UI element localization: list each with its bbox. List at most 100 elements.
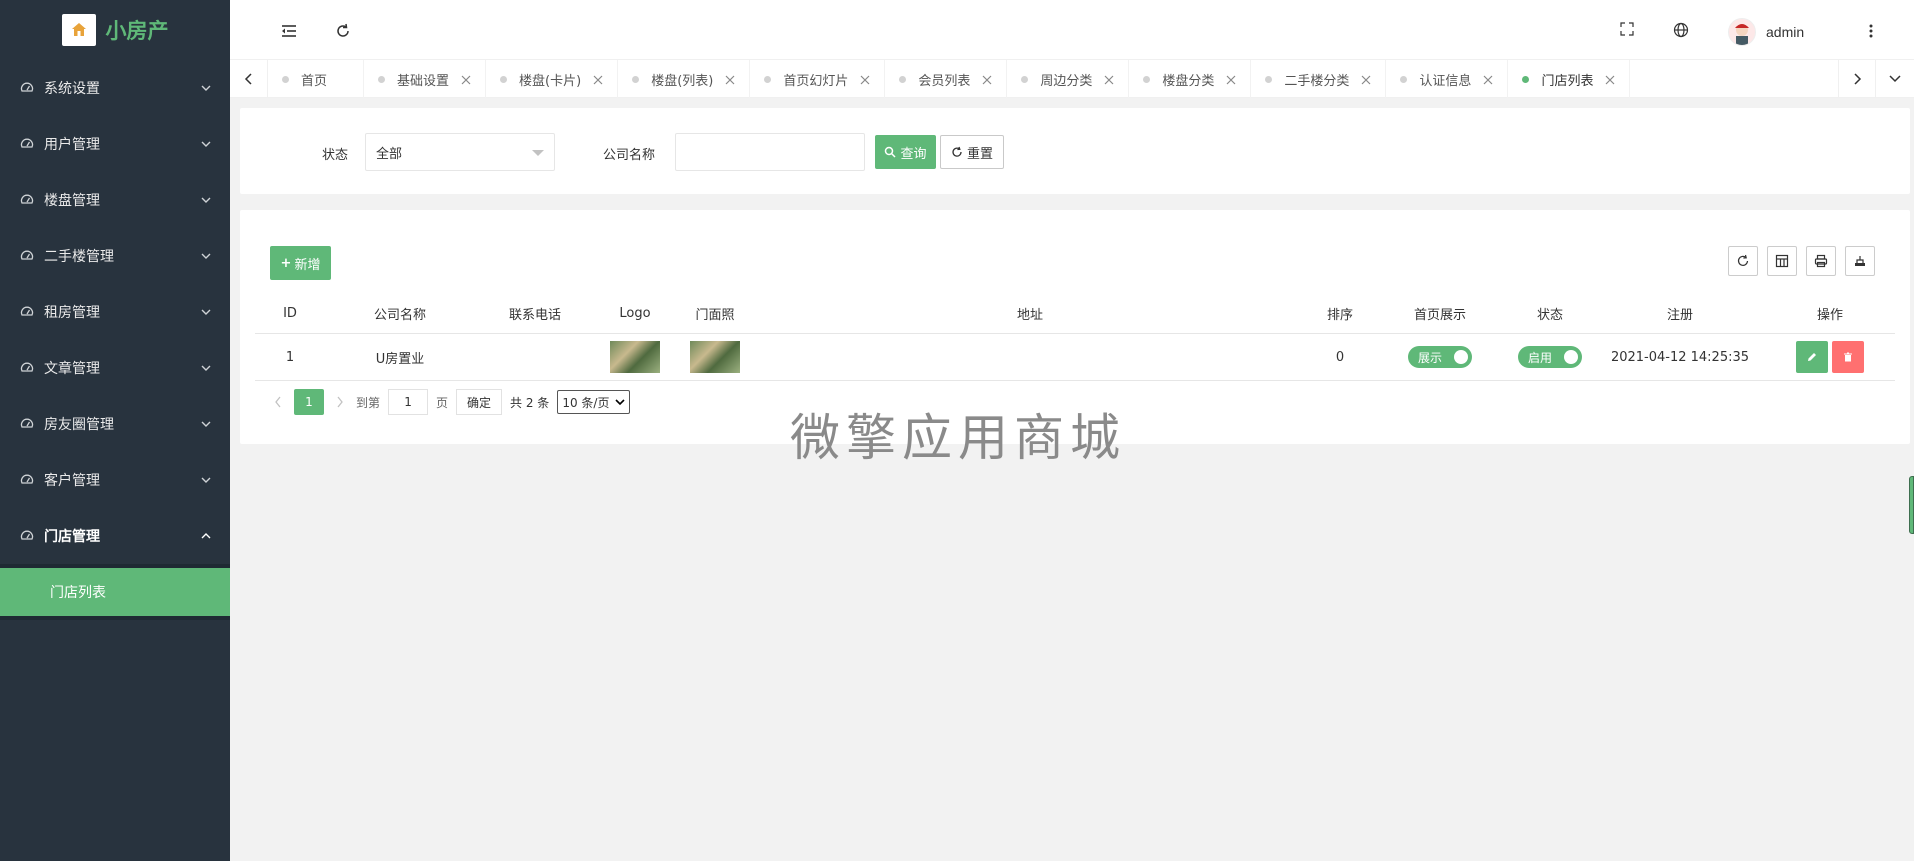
fullscreen-icon[interactable] xyxy=(1620,22,1638,40)
refresh-icon[interactable] xyxy=(334,22,352,40)
tabs-dropdown-icon[interactable] xyxy=(1876,60,1914,98)
close-icon[interactable] xyxy=(1361,74,1371,85)
close-icon[interactable] xyxy=(1605,74,1615,85)
sidebar-item-label: 房友圈管理 xyxy=(44,417,114,433)
export-icon xyxy=(1855,256,1865,266)
table-export-button[interactable] xyxy=(1845,246,1875,276)
side-edge-handle[interactable] xyxy=(1909,476,1914,534)
sidebar-item[interactable]: 文章管理 xyxy=(0,340,230,396)
avatar xyxy=(1728,18,1756,46)
toggle-knob xyxy=(1564,350,1578,364)
close-icon[interactable] xyxy=(1483,74,1493,85)
logo[interactable]: 小房产 xyxy=(0,0,230,60)
delete-button[interactable] xyxy=(1832,341,1864,373)
toggle-knob xyxy=(1454,350,1468,364)
tab-label: 首页幻灯片 xyxy=(783,73,849,89)
sidebar-item[interactable]: 楼盘管理 xyxy=(0,172,230,228)
column-header: Logo xyxy=(619,306,651,321)
top-header: admin xyxy=(230,0,1914,60)
tab[interactable]: 认证信息 xyxy=(1386,60,1509,98)
cell-registered: 2021-04-12 14:25:35 xyxy=(1610,349,1750,365)
home-show-label: 展示 xyxy=(1418,350,1443,365)
tabs-left-icon[interactable] xyxy=(230,60,268,98)
tab[interactable]: 首页幻灯片 xyxy=(750,60,886,98)
current-page[interactable]: 1 xyxy=(294,389,324,415)
status-select-value: 全部 xyxy=(376,146,403,162)
column-header: 排序 xyxy=(1326,308,1353,323)
reset-button[interactable]: 重置 xyxy=(940,135,1004,169)
home-show-toggle[interactable]: 展示 xyxy=(1408,346,1472,368)
sidebar-item[interactable]: 客户管理 xyxy=(0,452,230,508)
sidebar: 小房产 系统设置 用户管理 楼盘管理 二手楼管理 租房管理 文章管理 房友圈管理 客户管理 门店… xyxy=(0,0,230,861)
sidebar-item[interactable]: 租房管理 xyxy=(0,284,230,340)
close-icon[interactable] xyxy=(461,74,471,85)
tab-dot xyxy=(500,75,508,83)
sidebar-item[interactable]: 门店管理 xyxy=(0,508,230,564)
cell-id: 1 xyxy=(285,349,295,365)
goto-confirm-button[interactable]: 确定 xyxy=(456,389,503,415)
dashboard-icon xyxy=(20,81,34,95)
tab[interactable]: 二手楼分类 xyxy=(1251,60,1387,98)
chevron-down-icon xyxy=(200,138,212,150)
tab-dot xyxy=(632,75,640,83)
goto-page-input[interactable]: 1 xyxy=(388,389,429,415)
goto-label: 到第 xyxy=(356,395,381,410)
dashboard-icon xyxy=(20,137,34,151)
table-columns-button[interactable] xyxy=(1767,246,1797,276)
edit-button[interactable] xyxy=(1796,341,1828,373)
tab[interactable]: 楼盘(列表) xyxy=(618,60,751,98)
storefront-thumbnail[interactable] xyxy=(690,341,740,373)
close-icon[interactable] xyxy=(725,74,735,85)
table-refresh-button[interactable] xyxy=(1728,246,1758,276)
add-button-label: 新增 xyxy=(294,257,321,273)
table-print-button[interactable] xyxy=(1806,246,1836,276)
tab[interactable]: 楼盘(卡片) xyxy=(486,60,619,98)
user-menu[interactable]: admin xyxy=(1728,18,1804,46)
table-row: 1 U房置业 0 展示 启用 2021-04-12 14:25:35 xyxy=(255,334,1895,381)
column-header: 首页展示 xyxy=(1413,308,1466,323)
company-input[interactable] xyxy=(675,133,865,171)
sidebar-subitem[interactable]: 门店列表 xyxy=(0,568,230,616)
prev-page-icon[interactable] xyxy=(270,396,286,408)
status-select[interactable]: 全部 xyxy=(365,133,555,171)
close-icon[interactable] xyxy=(593,74,603,85)
submenu: 门店列表 xyxy=(0,564,230,620)
status-label: 状态 xyxy=(322,148,349,163)
pencil-icon xyxy=(1808,353,1816,361)
column-header: 状态 xyxy=(1536,308,1563,323)
close-icon[interactable] xyxy=(1226,74,1236,85)
app-title: 小房产 xyxy=(105,19,169,43)
globe-icon[interactable] xyxy=(1673,22,1691,40)
tab[interactable]: 首页 xyxy=(268,60,365,98)
close-icon[interactable] xyxy=(982,74,992,85)
tab[interactable]: 楼盘分类 xyxy=(1129,60,1252,98)
close-icon[interactable] xyxy=(860,74,870,85)
more-vertical-icon[interactable] xyxy=(1862,22,1880,40)
sidebar-item[interactable]: 用户管理 xyxy=(0,116,230,172)
sidebar-item[interactable]: 系统设置 xyxy=(0,60,230,116)
tab[interactable]: 门店列表 xyxy=(1508,60,1631,98)
search-button[interactable]: 查询 xyxy=(875,135,936,169)
page-size-select[interactable]: 10 条/页 xyxy=(557,390,631,414)
total-count: 共 2 条 xyxy=(510,395,550,410)
filter-panel: 状态 全部 公司名称 查询 重置 xyxy=(240,108,1910,194)
menu-toggle-icon[interactable] xyxy=(280,22,298,40)
tabs-right-icon[interactable] xyxy=(1838,60,1876,98)
logo-thumbnail[interactable] xyxy=(610,341,660,373)
tab[interactable]: 基础设置 xyxy=(364,60,487,98)
tab[interactable]: 会员列表 xyxy=(885,60,1008,98)
cell-sort: 0 xyxy=(1335,349,1345,365)
tab-dot xyxy=(1400,75,1408,83)
next-page-icon[interactable] xyxy=(332,396,348,408)
tab-label: 首页 xyxy=(301,73,328,89)
status-toggle[interactable]: 启用 xyxy=(1518,346,1582,368)
sidebar-item[interactable]: 房友圈管理 xyxy=(0,396,230,452)
add-button[interactable]: + 新增 xyxy=(270,246,331,280)
chevron-down-icon xyxy=(200,194,212,206)
tab-label: 认证信息 xyxy=(1419,73,1472,89)
close-icon[interactable] xyxy=(1104,74,1114,85)
cell-actions xyxy=(1765,334,1895,380)
tab-dot xyxy=(764,75,772,83)
tab[interactable]: 周边分类 xyxy=(1007,60,1130,98)
sidebar-item[interactable]: 二手楼管理 xyxy=(0,228,230,284)
